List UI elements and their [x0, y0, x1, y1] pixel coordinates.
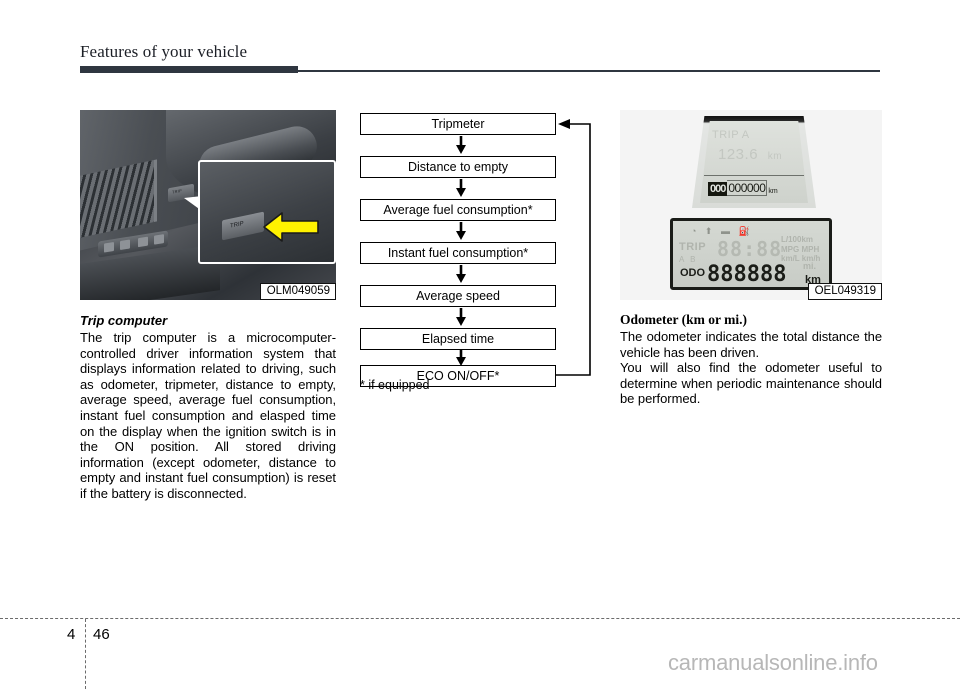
- flow-arrow-2: [456, 179, 466, 197]
- flow-arrow-4: [456, 265, 466, 283]
- interior-photo-figure: OLM049059: [80, 110, 336, 300]
- site-watermark: carmanualsonline.info: [668, 650, 878, 675]
- trip-a-value: 123.6 km: [718, 146, 782, 163]
- flow-step-average-fuel-consumption[interactable]: Average fuel consumption*: [360, 199, 556, 221]
- lcd-unit-lines: L/100km MPG MPH km/L km/h: [781, 235, 821, 263]
- lcd-trip-label: TRIP: [679, 241, 707, 253]
- switch-4: [154, 234, 164, 245]
- right-column: TRIP A 123.6 km 000 000000 km ◔ ⬆ ▬ ⛽ TR…: [620, 110, 882, 407]
- flow-step-tripmeter[interactable]: Tripmeter: [360, 113, 556, 135]
- lcd-mi-unit: mi.: [803, 261, 817, 271]
- trip-a-number: 123.6: [718, 146, 759, 163]
- page-number: 46: [93, 626, 110, 643]
- switch-3: [138, 236, 148, 248]
- trip-computer-heading: Trip computer: [80, 313, 168, 328]
- trip-button-callout: [198, 160, 336, 264]
- footer-vertical-divider: [85, 619, 86, 689]
- odometer-dark-digits: 000: [708, 182, 728, 196]
- page-title: Features of your vehicle: [80, 42, 248, 61]
- flow-step-average-speed[interactable]: Average speed: [360, 285, 556, 307]
- lcd-odo-label: ODO: [680, 267, 706, 279]
- footer-divider: [0, 618, 960, 619]
- middle-column: Tripmeter Distance to empty Average fuel…: [358, 110, 602, 400]
- odometer-paragraph-2: You will also find the odometer useful t…: [620, 360, 882, 407]
- page-header: Features of your vehicle: [80, 42, 880, 62]
- flow-step-instant-fuel-consumption[interactable]: Instant fuel consumption*: [360, 242, 556, 264]
- trip-computer-paragraph: The trip computer is a microcomputer-con…: [80, 330, 336, 501]
- odometer-figure: TRIP A 123.6 km 000 000000 km ◔ ⬆ ▬ ⛽ TR…: [620, 110, 882, 300]
- flow-arrow-1: [456, 136, 466, 154]
- flow-step-distance-to-empty[interactable]: Distance to empty: [360, 156, 556, 178]
- trip-a-unit: km: [767, 151, 783, 162]
- figure-code-right: OEL049319: [807, 283, 882, 300]
- flowchart-footnote: * if equipped: [360, 378, 430, 392]
- trip-computer-flowchart: Tripmeter Distance to empty Average fuel…: [358, 110, 602, 400]
- header-rule-thin: [298, 70, 880, 72]
- flow-arrow-3: [456, 222, 466, 240]
- lcd-ab-label: A B: [679, 255, 698, 264]
- trip-button-location-photo: [80, 110, 336, 300]
- odometer-light-digits: 000000: [727, 180, 768, 196]
- lcd-odo-segments: 888888: [707, 262, 787, 287]
- header-rule-thick: [80, 66, 298, 73]
- figure-code-left: OLM049059: [259, 283, 336, 300]
- cluster-images: TRIP A 123.6 km 000 000000 km ◔ ⬆ ▬ ⛽ TR…: [620, 110, 882, 300]
- analog-odometer-image: TRIP A 123.6 km 000 000000 km: [620, 110, 882, 213]
- odometer-unit-top: km: [768, 188, 778, 195]
- left-column: OLM049059 Trip computer The trip compute…: [80, 110, 336, 502]
- lcd-indicator-icons: ◔ ⬆ ▬ ⛽: [691, 226, 753, 236]
- screen-divider: [704, 175, 804, 176]
- switch-1: [104, 242, 114, 253]
- switch-2: [120, 239, 130, 251]
- lcd-top-segments: 88:88: [717, 237, 783, 261]
- lcd-panel: ◔ ⬆ ▬ ⛽ TRIP A B 88:88 L/100km MPG MPH km/…: [670, 218, 832, 290]
- trip-a-label: TRIP A: [712, 129, 750, 141]
- flow-arrow-6: [456, 350, 466, 366]
- odometer-paragraph-1: The odometer indicates the total distanc…: [620, 329, 882, 360]
- flow-arrow-5: [456, 308, 466, 326]
- trip-button-zoomed: [222, 211, 264, 241]
- odometer-heading: Odometer (km or mi.): [620, 312, 747, 327]
- header-rule: [80, 66, 880, 73]
- mechanical-odometer-row: 000 000000 km: [708, 180, 778, 196]
- chapter-number: 4: [67, 626, 76, 643]
- flow-step-elapsed-time[interactable]: Elapsed time: [360, 328, 556, 350]
